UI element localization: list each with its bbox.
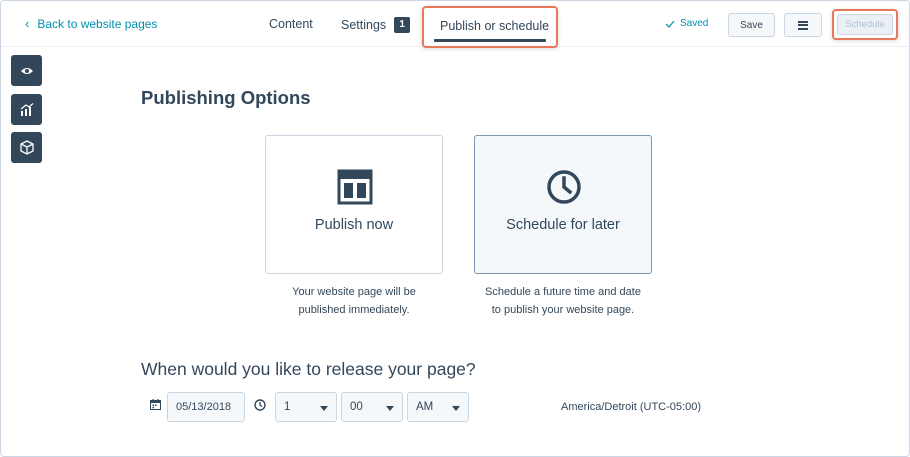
am-pm-select[interactable]: AM [407, 392, 469, 422]
minute-value: 00 [350, 401, 363, 413]
active-tab-indicator [434, 39, 546, 42]
page-frame: ‹ Back to website pages Content Settings… [0, 0, 910, 457]
publish-now-description: Your website page will be published imme… [265, 283, 443, 319]
top-bar: ‹ Back to website pages Content Settings… [1, 1, 909, 48]
tab-content[interactable]: Content [269, 17, 313, 31]
saved-status: Saved [665, 18, 708, 29]
chart-icon [20, 103, 33, 116]
back-link-label: Back to website pages [37, 17, 158, 31]
cube-icon [19, 140, 34, 155]
save-button[interactable]: Save [728, 13, 775, 37]
publish-now-description-line: published immediately. [298, 304, 410, 316]
layout-icon [337, 169, 373, 205]
save-button-label: Save [740, 19, 763, 31]
performance-button[interactable] [11, 94, 42, 125]
modules-button[interactable] [11, 132, 42, 163]
schedule-button[interactable]: Schedule [837, 14, 893, 35]
hamburger-menu-icon [798, 20, 808, 30]
more-actions-button[interactable] [784, 13, 822, 37]
publish-now-description-line: Your website page will be [292, 286, 416, 298]
tab-settings[interactable]: Settings 1 [341, 17, 411, 33]
schedule-description-line: to publish your website page. [491, 304, 635, 316]
am-pm-value: AM [416, 401, 434, 413]
caret-down-icon [320, 406, 328, 411]
schedule-for-later-option[interactable]: Schedule for later [474, 135, 652, 274]
tab-settings-label: Settings [341, 18, 387, 32]
schedule-description-line: Schedule a future time and date [485, 286, 641, 298]
calendar-icon [150, 399, 161, 410]
hour-select[interactable]: 1 [275, 392, 337, 422]
release-date-value: 05/13/2018 [176, 401, 232, 413]
back-to-website-pages-link[interactable]: ‹ Back to website pages [25, 17, 157, 31]
checkmark-icon [665, 20, 675, 28]
caret-down-icon [386, 406, 394, 411]
schedule-button-highlight: Schedule [832, 9, 898, 40]
chevron-left-icon: ‹ [25, 16, 30, 31]
preview-button[interactable] [11, 55, 42, 86]
schedule-for-later-label: Schedule for later [506, 217, 620, 233]
schedule-for-later-description: Schedule a future time and date to publi… [474, 283, 652, 319]
saved-label: Saved [680, 18, 709, 29]
timezone-label: America/Detroit (UTC-05:00) [561, 401, 701, 413]
release-date-input[interactable]: 05/13/2018 [167, 392, 245, 422]
tab-publish-label: Publish or schedule [440, 19, 550, 33]
release-question: When would you like to release your page… [141, 359, 476, 379]
time-clock-icon [254, 399, 266, 411]
tab-publish-or-schedule[interactable]: Publish or schedule [422, 6, 558, 48]
tab-content-label: Content [269, 17, 313, 31]
schedule-button-label: Schedule [845, 19, 885, 30]
caret-down-icon [452, 406, 460, 411]
clock-icon [547, 170, 581, 204]
page-title: Publishing Options [141, 87, 311, 108]
hour-value: 1 [284, 401, 291, 413]
eye-icon [20, 67, 33, 74]
publish-now-option[interactable]: Publish now [265, 135, 443, 274]
settings-count-badge: 1 [394, 17, 411, 33]
publish-now-label: Publish now [314, 217, 394, 233]
minute-select[interactable]: 00 [341, 392, 403, 422]
